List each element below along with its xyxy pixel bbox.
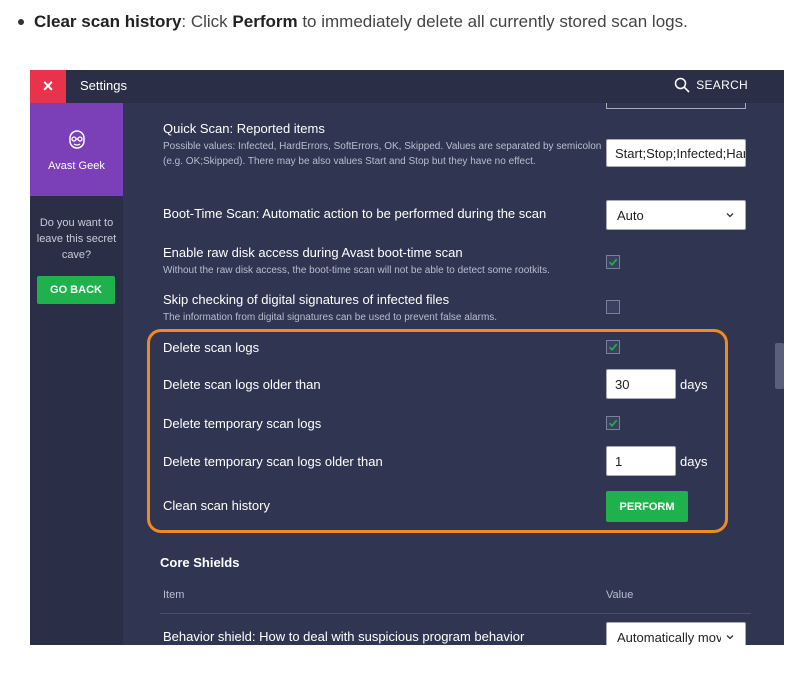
delete-temp-older-label: Delete temporary scan logs older than [163,454,383,469]
delete-temp-logs-label: Delete temporary scan logs [163,416,322,431]
intro-title: Clear scan history [34,12,182,31]
title-bar: × Settings SEARCH [30,70,784,103]
perform-button[interactable]: PERFORM [606,491,688,522]
delete-temp-days-unit: days [680,454,708,469]
sidebar: Avast Geek Do you want to leave this sec… [30,103,123,645]
search-icon [674,77,690,93]
geek-label: Avast Geek [48,159,105,172]
chevron-down-icon [726,635,734,640]
skip-signatures-label: Skip checking of digital signatures of i… [163,292,450,307]
clean-history-label: Clean scan history [163,498,270,513]
scrollbar-handle[interactable] [775,343,784,389]
column-header-item: Item [163,589,185,601]
cut-off-field [606,103,746,109]
delete-logs-label: Delete scan logs [163,340,260,355]
raw-disk-label: Enable raw disk access during Avast boot… [163,245,463,260]
search-label: SEARCH [696,78,748,92]
skip-signatures-description: The information from digital signatures … [163,312,498,323]
close-button[interactable]: × [30,70,66,103]
quick-scan-label: Quick Scan: Reported items [163,121,325,136]
delete-temp-logs-row: Delete temporary scan logs [163,416,603,431]
skip-signatures-row: Skip checking of digital signatures of i… [163,292,603,325]
delete-logs-row: Delete scan logs [163,340,603,355]
checkmark-icon [608,258,618,266]
intro-action: Perform [232,12,298,31]
behavior-shield-value: Automatically move to Chest [617,629,721,645]
geek-icon [68,129,85,149]
intro-text-a: : Click [181,12,233,31]
boot-time-row: Boot-Time Scan: Automatic action to be p… [163,206,603,221]
raw-disk-description: Without the raw disk access, the boot-ti… [163,265,550,276]
delete-temp-logs-checkbox[interactable] [606,416,620,430]
clean-history-row: Clean scan history [163,498,603,513]
window-title: Settings [80,78,127,93]
avast-settings-window: × Settings SEARCH Avast Geek Do you want… [30,70,784,645]
cave-question: Do you want to leave this secret cave? [36,217,117,261]
go-back-button[interactable]: GO BACK [37,276,115,304]
boot-time-label: Boot-Time Scan: Automatic action to be p… [163,206,547,221]
checkmark-icon [608,343,618,351]
intro-text-b: to immediately delete all currently stor… [297,12,688,31]
checkmark-icon [608,419,618,427]
settings-content: Quick Scan: Reported items Possible valu… [123,103,784,645]
delete-logs-days-unit: days [680,377,708,392]
skip-signatures-checkbox[interactable] [606,300,620,314]
column-header-value: Value [606,589,634,601]
delete-logs-older-row: Delete scan logs older than [163,377,603,392]
quick-scan-input[interactable]: Start;Stop;Infected;HardErrors [606,139,746,167]
quick-scan-description: Possible values: Infected, HardErrors, S… [163,141,602,167]
raw-disk-checkbox[interactable] [606,255,620,269]
quick-scan-row: Quick Scan: Reported items Possible valu… [163,121,603,169]
boot-time-value: Auto [617,207,644,223]
delete-temp-days-input[interactable]: 1 [606,446,676,476]
delete-temp-older-row: Delete temporary scan logs older than [163,454,603,469]
table-divider [160,613,751,614]
behavior-shield-select[interactable]: Automatically move to Chest [606,622,746,645]
core-shields-heading: Core Shields [160,555,240,570]
boot-time-select[interactable]: Auto [606,200,746,230]
delete-logs-older-label: Delete scan logs older than [163,377,321,392]
delete-logs-checkbox[interactable] [606,340,620,354]
bullet-icon [18,19,24,25]
search-button[interactable]: SEARCH [674,77,748,93]
intro-line: Clear scan history: Click Perform to imm… [14,12,804,32]
behavior-shield-row: Behavior shield: How to deal with suspic… [163,629,603,644]
delete-logs-days-input[interactable]: 30 [606,369,676,399]
chevron-down-icon [726,213,734,218]
avast-geek-tab[interactable]: Avast Geek [30,103,123,196]
behavior-shield-label: Behavior shield: How to deal with suspic… [163,629,525,644]
raw-disk-row: Enable raw disk access during Avast boot… [163,245,603,278]
